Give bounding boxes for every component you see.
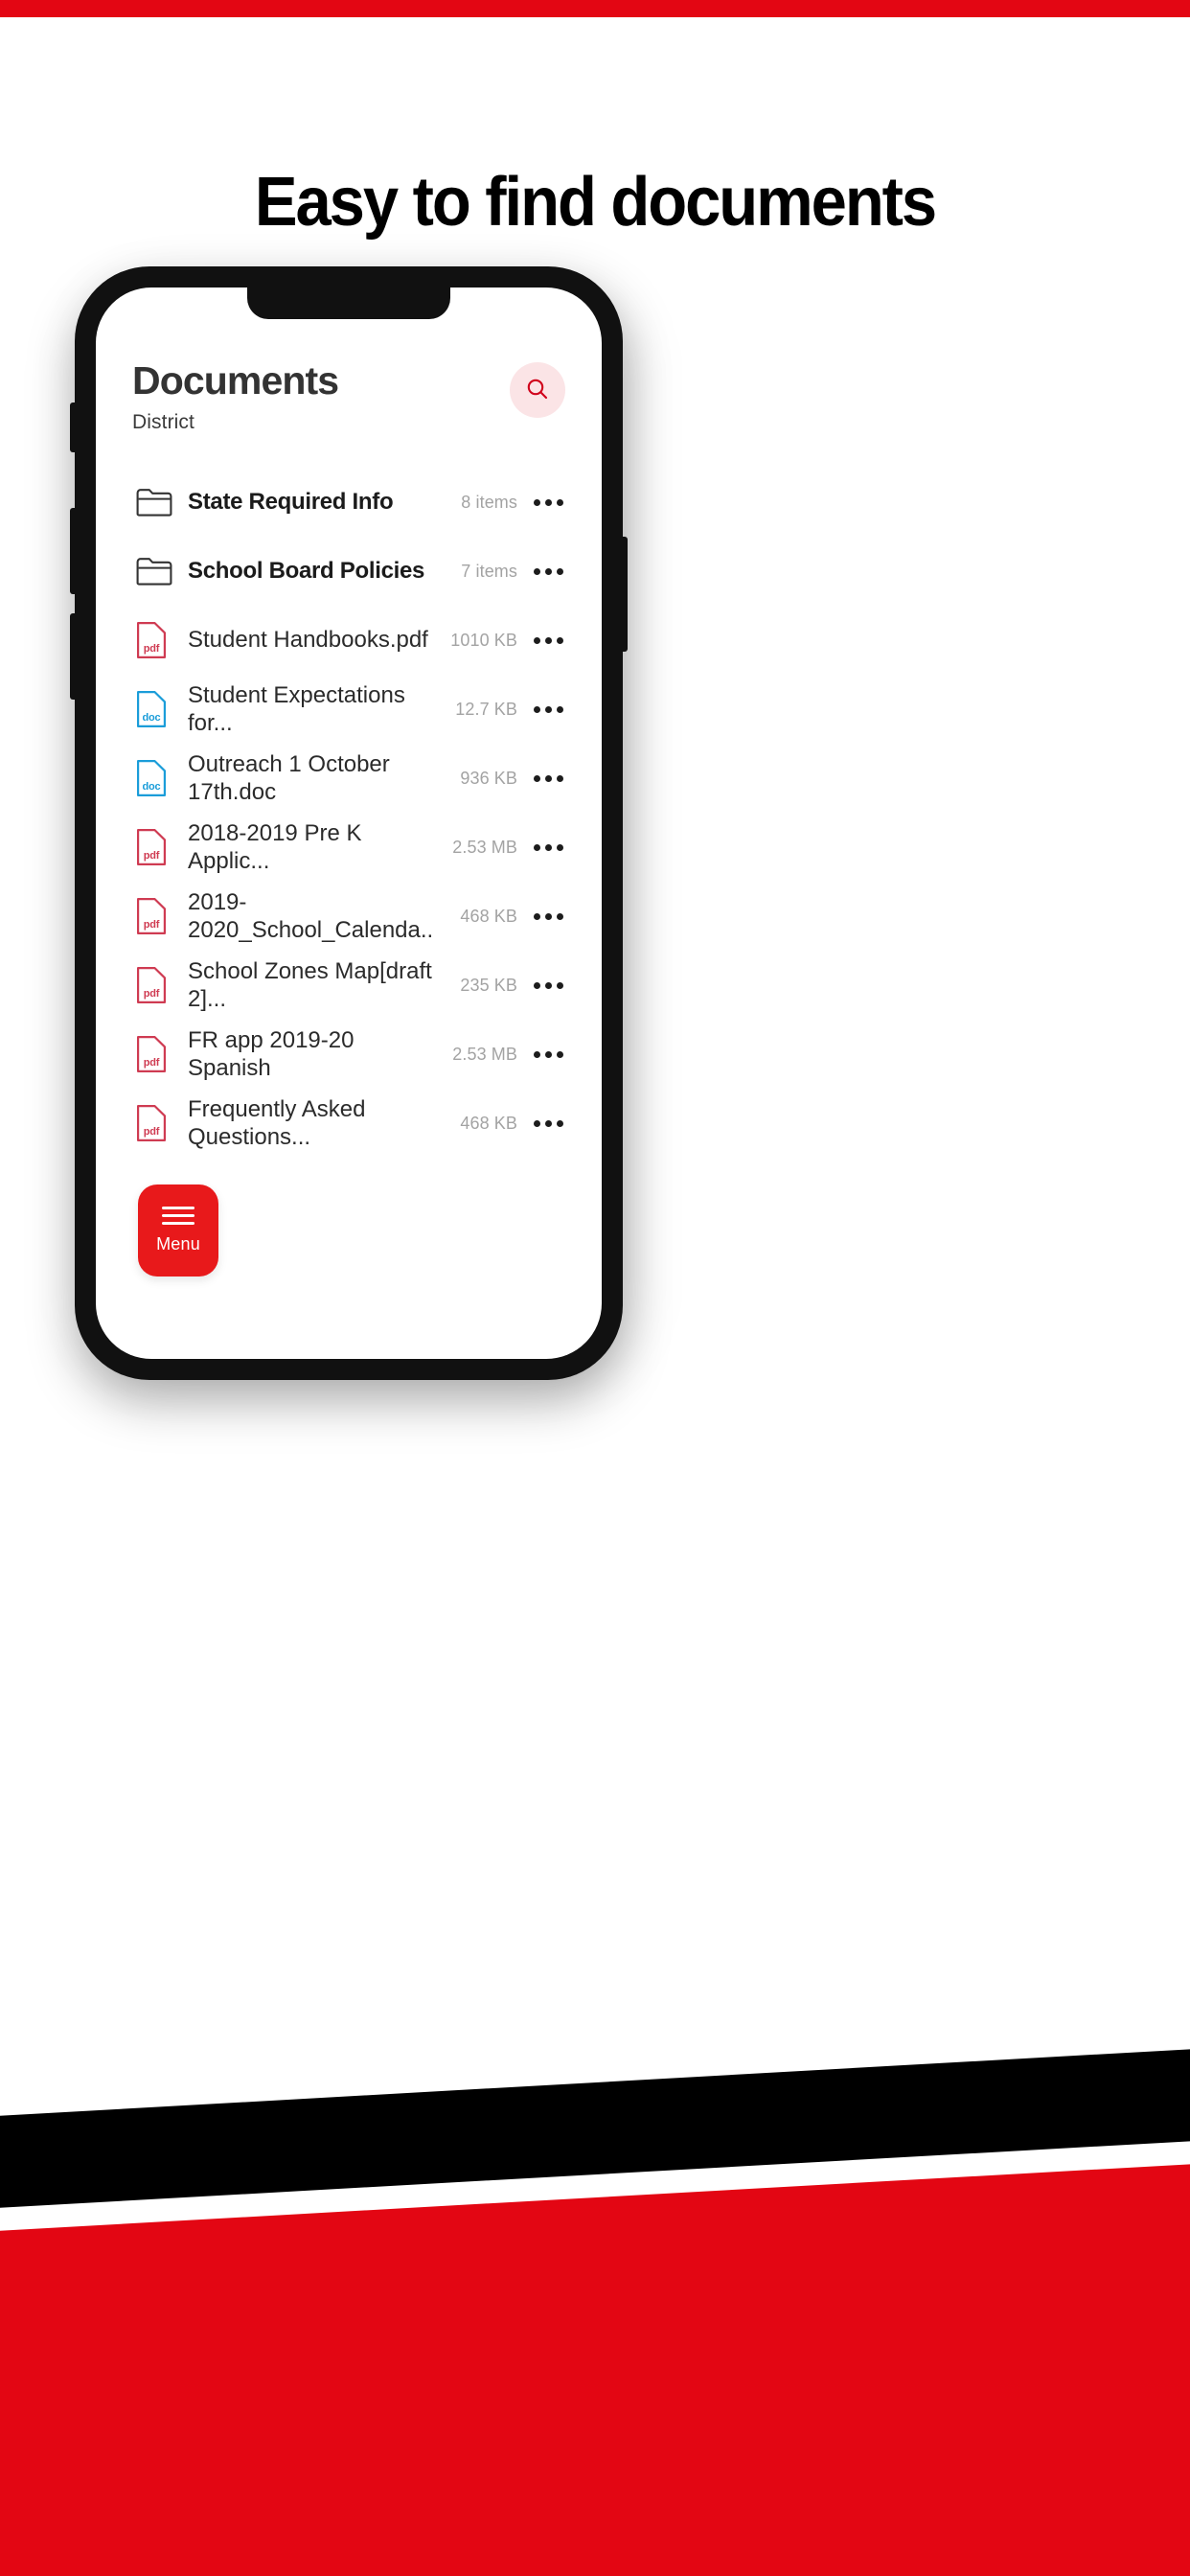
pdf-file-icon: pdf <box>136 621 174 659</box>
search-button[interactable] <box>510 362 565 418</box>
file-name: 2018-2019 Pre K Applic... <box>188 819 362 874</box>
phone-screen: Documents District State Required Info 8 … <box>96 288 602 1359</box>
file-size: 1010 KB <box>450 630 517 650</box>
background-red-bottom <box>0 2329 1190 2576</box>
folder-item-count: 7 items <box>461 561 517 581</box>
phone-silent-switch <box>70 402 77 452</box>
ellipsis-icon[interactable] <box>529 774 567 782</box>
ellipsis-icon[interactable] <box>529 843 567 851</box>
ellipsis-icon[interactable] <box>529 636 567 644</box>
file-row[interactable]: pdf Student Handbooks.pdf 1010 KB <box>136 606 567 675</box>
file-row[interactable]: pdf School Zones Map[draft 2]... 235 KB <box>136 951 567 1020</box>
file-row[interactable]: pdf Frequently Asked Questions... 468 KB <box>136 1089 567 1158</box>
doc-file-icon: doc <box>136 759 174 797</box>
folder-name: School Board Policies <box>188 558 425 585</box>
file-name: Student Handbooks.pdf <box>188 627 428 654</box>
file-row[interactable]: doc Student Expectations for... 12.7 KB <box>136 675 567 744</box>
folder-row[interactable]: School Board Policies 7 items <box>136 537 567 606</box>
file-name: Frequently Asked Questions... <box>188 1095 366 1150</box>
phone-notch <box>247 288 450 319</box>
pdf-file-icon: pdf <box>136 897 174 935</box>
header-title-block: Documents District <box>132 356 339 434</box>
ellipsis-icon[interactable] <box>529 1119 567 1127</box>
app-header: Documents District <box>96 356 602 434</box>
pdf-file-icon: pdf <box>136 1035 174 1073</box>
file-row[interactable]: pdf 2018-2019 Pre K Applic... 2.53 MB <box>136 813 567 882</box>
file-size: 468 KB <box>460 1113 517 1133</box>
file-name: 2019-2020_School_Calenda.. <box>188 888 434 943</box>
search-icon <box>524 376 551 405</box>
phone-mockup: Documents District State Required Info 8 … <box>70 266 628 1380</box>
menu-button-label: Menu <box>156 1234 200 1254</box>
file-name: Student Expectations for... <box>188 681 405 736</box>
ellipsis-icon[interactable] <box>529 567 567 575</box>
doc-file-icon: doc <box>136 690 174 728</box>
folder-item-count: 8 items <box>461 492 517 512</box>
pdf-file-icon: pdf <box>136 1104 174 1142</box>
file-name: Outreach 1 October 17th.doc <box>188 750 390 805</box>
pdf-file-icon: pdf <box>136 966 174 1004</box>
folder-name: State Required Info <box>188 489 394 516</box>
ellipsis-icon[interactable] <box>529 981 567 989</box>
file-name: School Zones Map[draft 2]... <box>188 957 432 1012</box>
folder-icon <box>136 488 174 517</box>
promo-screenshot: Easy to find documents Documents Distric… <box>0 0 1190 2576</box>
document-list: State Required Info 8 items School Board P… <box>96 468 602 1158</box>
folder-row[interactable]: State Required Info 8 items <box>136 468 567 537</box>
documents-title: Documents <box>132 358 339 402</box>
page-title: Easy to find documents <box>254 164 937 241</box>
file-size: 2.53 MB <box>452 837 517 857</box>
folder-icon <box>136 557 174 586</box>
file-row[interactable]: doc Outreach 1 October 17th.doc 936 KB <box>136 744 567 813</box>
hamburger-icon <box>162 1207 195 1225</box>
phone-volume-down-button <box>70 613 77 700</box>
phone-volume-up-button <box>70 508 77 594</box>
documents-subtitle: District <box>132 411 195 434</box>
file-size: 12.7 KB <box>455 699 517 719</box>
ellipsis-icon[interactable] <box>529 498 567 506</box>
pdf-file-icon: pdf <box>136 828 174 866</box>
file-size: 468 KB <box>460 906 517 926</box>
file-size: 235 KB <box>460 975 517 995</box>
ellipsis-icon[interactable] <box>529 705 567 713</box>
phone-power-button <box>621 537 628 652</box>
ellipsis-icon[interactable] <box>529 912 567 920</box>
file-row[interactable]: pdf 2019-2020_School_Calenda.. 468 KB <box>136 882 567 951</box>
menu-button[interactable]: Menu <box>138 1184 218 1276</box>
file-name: FR app 2019-20 Spanish <box>188 1026 355 1081</box>
file-row[interactable]: pdf FR app 2019-20 Spanish 2.53 MB <box>136 1020 567 1089</box>
top-accent-bar <box>0 0 1190 17</box>
file-size: 936 KB <box>460 768 517 788</box>
ellipsis-icon[interactable] <box>529 1050 567 1058</box>
file-size: 2.53 MB <box>452 1044 517 1064</box>
